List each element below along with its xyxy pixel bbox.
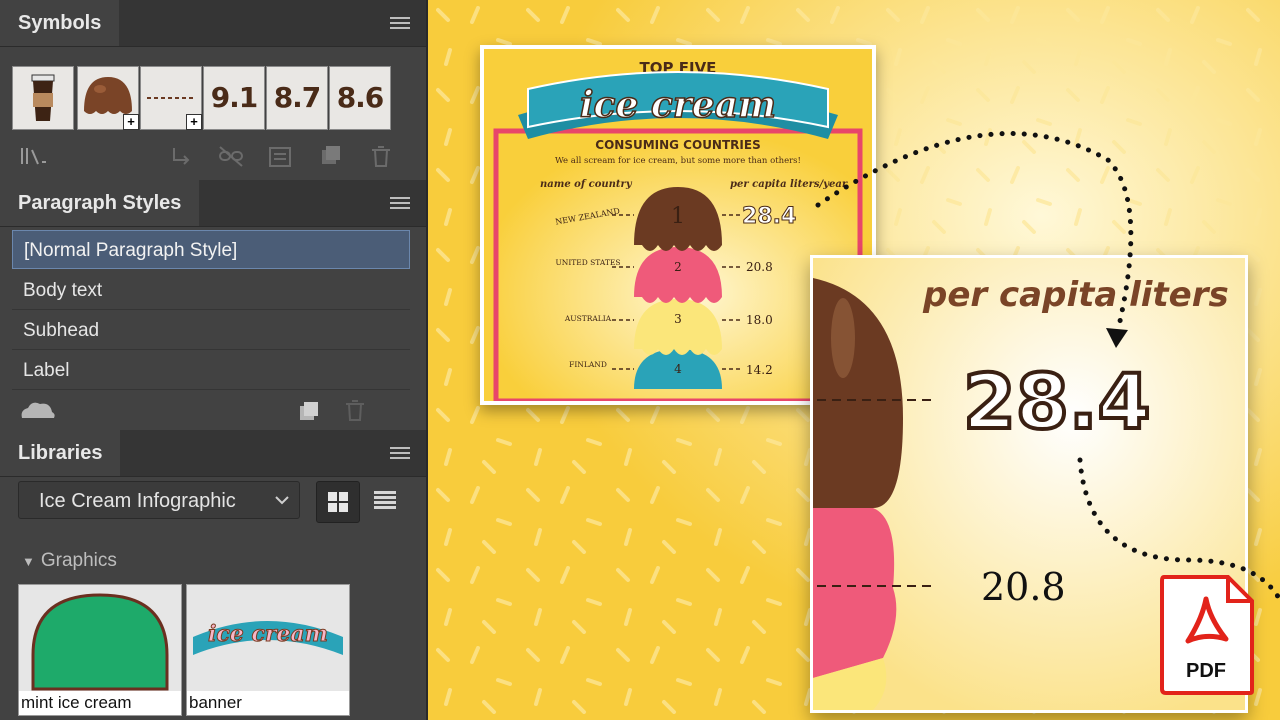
graphic-caption: mint ice cream	[19, 691, 181, 715]
break-link-icon[interactable]	[219, 146, 243, 167]
disclosure-triangle-icon: ▼	[22, 554, 35, 569]
library-graphic-mint-ice-cream[interactable]: mint ice cream	[18, 584, 182, 716]
symbol-value-3[interactable]: 8.6	[329, 66, 391, 130]
symbols-panel-header: Symbols	[0, 0, 426, 47]
paragraph-style-subhead[interactable]: Subhead	[12, 311, 410, 350]
delete-style-icon[interactable]	[346, 400, 364, 421]
rank-2: 2	[674, 260, 682, 274]
tab-symbols[interactable]: Symbols	[0, 0, 120, 46]
symbol-value-label: 8.7	[273, 81, 322, 114]
value-4: 14.2	[746, 363, 773, 377]
country-3: AUSTRALIA	[564, 314, 612, 323]
symbols-footer-toolbar	[21, 146, 390, 167]
infographic-subtitle: CONSUMING COUNTRIES	[595, 138, 760, 152]
grid-view-icon	[328, 492, 348, 512]
libraries-icon[interactable]	[21, 148, 46, 165]
tab-libraries[interactable]: Libraries	[0, 430, 121, 476]
symbol-coffee-cup[interactable]	[12, 66, 74, 130]
zoom-heading: per capita liters	[922, 275, 1229, 315]
libraries-panel-header: Libraries	[0, 430, 426, 477]
panel-stack: Symbols + + 9.1 8.7 8.6 Paragraph Styles…	[0, 0, 428, 720]
place-symbol-icon[interactable]	[173, 148, 190, 165]
add-symbol-icon: +	[186, 114, 202, 130]
symbol-value-1[interactable]: 9.1	[203, 66, 265, 130]
zoom-second-value: 20.8	[981, 565, 1066, 609]
zoom-big-value: 28.4	[963, 357, 1151, 446]
new-symbol-icon[interactable]	[322, 146, 340, 164]
library-graphic-banner[interactable]: ice cream banner	[186, 584, 350, 716]
graphic-caption: banner	[187, 691, 349, 715]
value-1: 28.4	[742, 204, 796, 229]
paragraph-style-body-text[interactable]: Body text	[12, 271, 410, 310]
grid-view-button[interactable]	[316, 481, 360, 523]
list-view-icon	[374, 491, 396, 509]
country-2: UNITED STATES	[555, 258, 620, 267]
infographic-banner: ice cream	[580, 84, 776, 126]
library-dropdown-value: Ice Cream Infographic	[39, 490, 236, 512]
pdf-file-icon: PDF	[1158, 573, 1256, 697]
delete-symbol-icon[interactable]	[372, 146, 390, 167]
value-3: 18.0	[746, 313, 773, 327]
banner-graphic: ice cream	[193, 621, 343, 655]
pdf-document-icon: PDF	[1160, 575, 1254, 695]
country-4: FINLAND	[569, 360, 607, 369]
mint-scoop-graphic	[31, 593, 169, 691]
paragraph-style-normal[interactable]: [Normal Paragraph Style]	[12, 230, 410, 269]
symbols-panel-menu-icon[interactable]	[390, 17, 410, 30]
banner-text: ice cream	[208, 621, 328, 647]
symbol-value-label: 8.6	[336, 81, 385, 114]
pdf-label: PDF	[1186, 660, 1226, 682]
creative-cloud-library-icon[interactable]	[21, 402, 55, 418]
library-dropdown[interactable]: Ice Cream Infographic	[18, 481, 300, 519]
column-header-liters: per capita liters/year	[730, 179, 848, 190]
graphics-section-label: Graphics	[40, 550, 117, 571]
symbol-value-2[interactable]: 8.7	[266, 66, 328, 130]
symbol-value-label: 9.1	[210, 81, 259, 114]
column-header-country: name of country	[540, 179, 633, 190]
symbol-options-icon[interactable]	[269, 147, 291, 167]
artboard-area: TOP FIVE ice cream CONSUMING COUNTRIES W…	[428, 0, 1280, 720]
chevron-down-icon	[275, 496, 289, 505]
new-style-icon[interactable]	[300, 402, 318, 420]
rank-4: 4	[674, 362, 682, 376]
paragraph-styles-panel-menu-icon[interactable]	[390, 197, 410, 210]
graphics-section-toggle[interactable]: ▼ Graphics	[22, 550, 117, 572]
symbol-chocolate-scoop[interactable]: +	[77, 66, 139, 130]
add-symbol-icon: +	[123, 114, 139, 130]
rank-1: 1	[671, 204, 685, 229]
paragraph-styles-panel-header: Paragraph Styles	[0, 180, 426, 227]
paragraph-styles-footer-toolbar	[21, 400, 364, 421]
infographic-tagline: We all scream for ice cream, but some mo…	[555, 156, 801, 166]
symbols-list: + + 9.1 8.7 8.6	[12, 66, 410, 130]
symbol-dashed-leader[interactable]: +	[140, 66, 202, 130]
paragraph-style-label[interactable]: Label	[12, 351, 410, 390]
value-2: 20.8	[746, 260, 773, 274]
tab-paragraph-styles[interactable]: Paragraph Styles	[0, 180, 200, 226]
list-view-button[interactable]	[370, 485, 400, 515]
libraries-panel-menu-icon[interactable]	[390, 447, 410, 460]
rank-3: 3	[674, 312, 682, 326]
